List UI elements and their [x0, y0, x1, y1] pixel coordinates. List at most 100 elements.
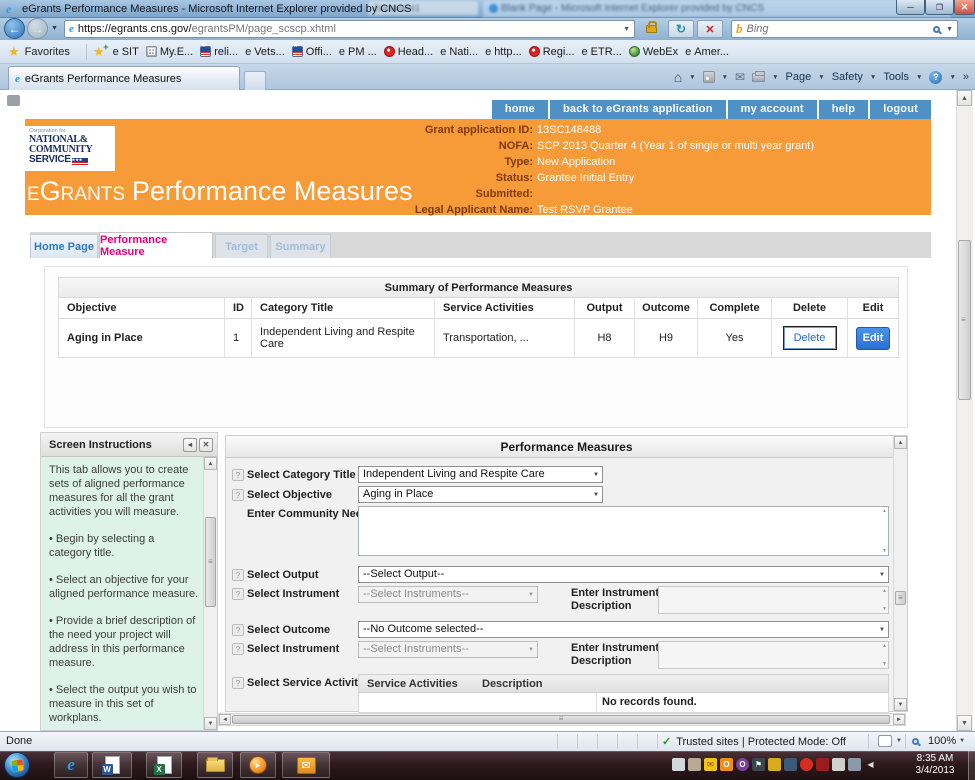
help-icon[interactable] [232, 677, 244, 689]
favorites-star-icon[interactable] [8, 44, 20, 60]
search-icon[interactable] [933, 26, 940, 33]
scroll-thumb[interactable] [958, 240, 971, 400]
category-select[interactable]: Independent Living and Respite Care [358, 466, 603, 483]
instructions-scrollbar[interactable] [203, 457, 217, 730]
objective-select[interactable]: Aging in Place [358, 486, 603, 503]
help-icon[interactable] [232, 643, 244, 655]
favorite-item[interactable]: Offi... [292, 46, 332, 58]
favorite-item[interactable]: reli... [200, 46, 238, 58]
scroll-up-icon[interactable] [204, 457, 217, 470]
scroll-right-icon[interactable] [893, 714, 905, 725]
favorite-item[interactable]: eVets... [245, 46, 285, 58]
safety-menu[interactable]: Safety [832, 71, 863, 83]
tools-menu-dropdown-icon[interactable] [916, 74, 922, 81]
tray-lock-icon[interactable] [768, 758, 781, 771]
help-dropdown-icon[interactable] [949, 74, 955, 81]
feeds-icon[interactable] [703, 71, 715, 83]
scroll-left-icon[interactable] [219, 714, 231, 725]
scroll-down-icon[interactable] [894, 698, 907, 711]
scroll-down-icon[interactable] [957, 715, 972, 731]
tray-icon[interactable] [832, 758, 845, 771]
add-favorite-icon[interactable] [93, 44, 105, 60]
search-input[interactable] [747, 23, 934, 35]
favorite-item[interactable]: eETR... [582, 46, 622, 58]
tab-performance-measure[interactable]: Performance Measure [99, 232, 213, 258]
tray-icon[interactable]: O [720, 758, 733, 771]
print-dropdown-icon[interactable] [772, 74, 778, 81]
community-need-textarea[interactable] [358, 506, 889, 556]
search-box[interactable]: b [731, 20, 958, 38]
compatibility-view-icon[interactable] [878, 735, 892, 747]
output-select[interactable]: --Select Output-- [358, 566, 889, 583]
tray-icon[interactable] [848, 758, 861, 771]
scroll-up-icon[interactable] [894, 436, 907, 449]
tools-menu[interactable]: Tools [883, 71, 909, 83]
scroll-thumb[interactable] [232, 715, 890, 724]
favorite-item[interactable]: eSIT [113, 46, 139, 58]
favorite-item[interactable]: eAmer... [685, 46, 729, 58]
zoom-dropdown-icon[interactable] [959, 738, 965, 744]
page-menu[interactable]: Page [786, 71, 812, 83]
close-button[interactable] [954, 0, 975, 15]
stop-button[interactable] [697, 20, 723, 38]
taskbar-excel-button[interactable]: X [146, 752, 182, 778]
help-icon[interactable] [232, 489, 244, 501]
help-icon[interactable] [232, 588, 244, 600]
read-mail-icon[interactable] [735, 70, 745, 84]
tray-icon[interactable]: O [736, 758, 749, 771]
minimize-button[interactable] [896, 0, 925, 15]
zoom-control[interactable]: 100% [912, 735, 965, 747]
tab-home-page[interactable]: Home Page [30, 234, 98, 258]
taskbar-clock[interactable]: 8:35 AM 3/4/2013 [906, 753, 964, 777]
help-icon[interactable] [232, 624, 244, 636]
tray-flag-icon[interactable]: ⚑ [752, 758, 765, 771]
favorite-item[interactable]: Regi... [529, 46, 575, 58]
page-menu-dropdown-icon[interactable] [818, 74, 824, 81]
scroll-thumb[interactable] [205, 517, 216, 607]
scroll-thumb[interactable] [895, 591, 906, 605]
favorite-item[interactable]: My.E... [146, 46, 193, 58]
nav-back-to-egrants[interactable]: back to eGrants application [550, 100, 726, 119]
url-field[interactable]: e https://egrants.cns.gov/egrantsPM/page… [64, 20, 635, 38]
recent-pages-dropdown-icon[interactable] [51, 25, 58, 32]
help-icon[interactable] [232, 569, 244, 581]
tray-icon[interactable] [688, 758, 701, 771]
security-zone[interactable]: Trusted sites | Protected Mode: Off [662, 735, 846, 748]
compat-dropdown-icon[interactable] [896, 738, 902, 744]
outcome-select[interactable]: --No Outcome selected-- [358, 621, 889, 638]
taskbar-ie-button[interactable]: e [54, 752, 88, 778]
home-icon[interactable] [674, 69, 682, 85]
taskbar-explorer-button[interactable] [197, 752, 233, 778]
browser-tab[interactable]: e eGrants Performance Measures [8, 66, 240, 90]
show-desktop-button[interactable] [968, 751, 975, 780]
feeds-dropdown-icon[interactable] [722, 74, 728, 81]
print-icon[interactable] [752, 73, 765, 82]
overflow-chevron-icon[interactable] [963, 71, 969, 83]
edit-button[interactable]: Edit [856, 327, 890, 350]
tray-icon[interactable] [800, 758, 813, 771]
refresh-button[interactable] [668, 20, 694, 38]
nav-home[interactable]: home [492, 100, 548, 119]
forward-button[interactable] [27, 18, 48, 39]
delete-button[interactable]: Delete [784, 327, 836, 349]
browser-scrollbar[interactable] [956, 90, 973, 731]
nav-my-account[interactable]: my account [728, 100, 817, 119]
tray-mail-icon[interactable]: ✉ [704, 758, 717, 771]
nav-logout[interactable]: logout [870, 100, 931, 119]
scroll-down-icon[interactable] [204, 717, 217, 730]
start-button[interactable] [4, 752, 30, 778]
horizontal-scrollbar[interactable] [218, 713, 906, 726]
tray-shield-icon[interactable] [816, 758, 829, 771]
scroll-up-icon[interactable] [957, 90, 972, 106]
tray-icon[interactable] [672, 758, 685, 771]
help-icon[interactable] [232, 469, 244, 481]
favorite-item[interactable]: ehttp... [485, 46, 522, 58]
favorite-item[interactable]: ePM ... [339, 46, 377, 58]
taskbar-outlook-button[interactable] [282, 752, 330, 778]
maximize-button[interactable] [925, 0, 954, 15]
favorites-label[interactable]: Favorites [25, 46, 70, 58]
home-dropdown-icon[interactable] [689, 74, 695, 81]
new-tab-button[interactable] [244, 71, 266, 90]
nav-help[interactable]: help [819, 100, 868, 119]
safety-menu-dropdown-icon[interactable] [870, 74, 876, 81]
